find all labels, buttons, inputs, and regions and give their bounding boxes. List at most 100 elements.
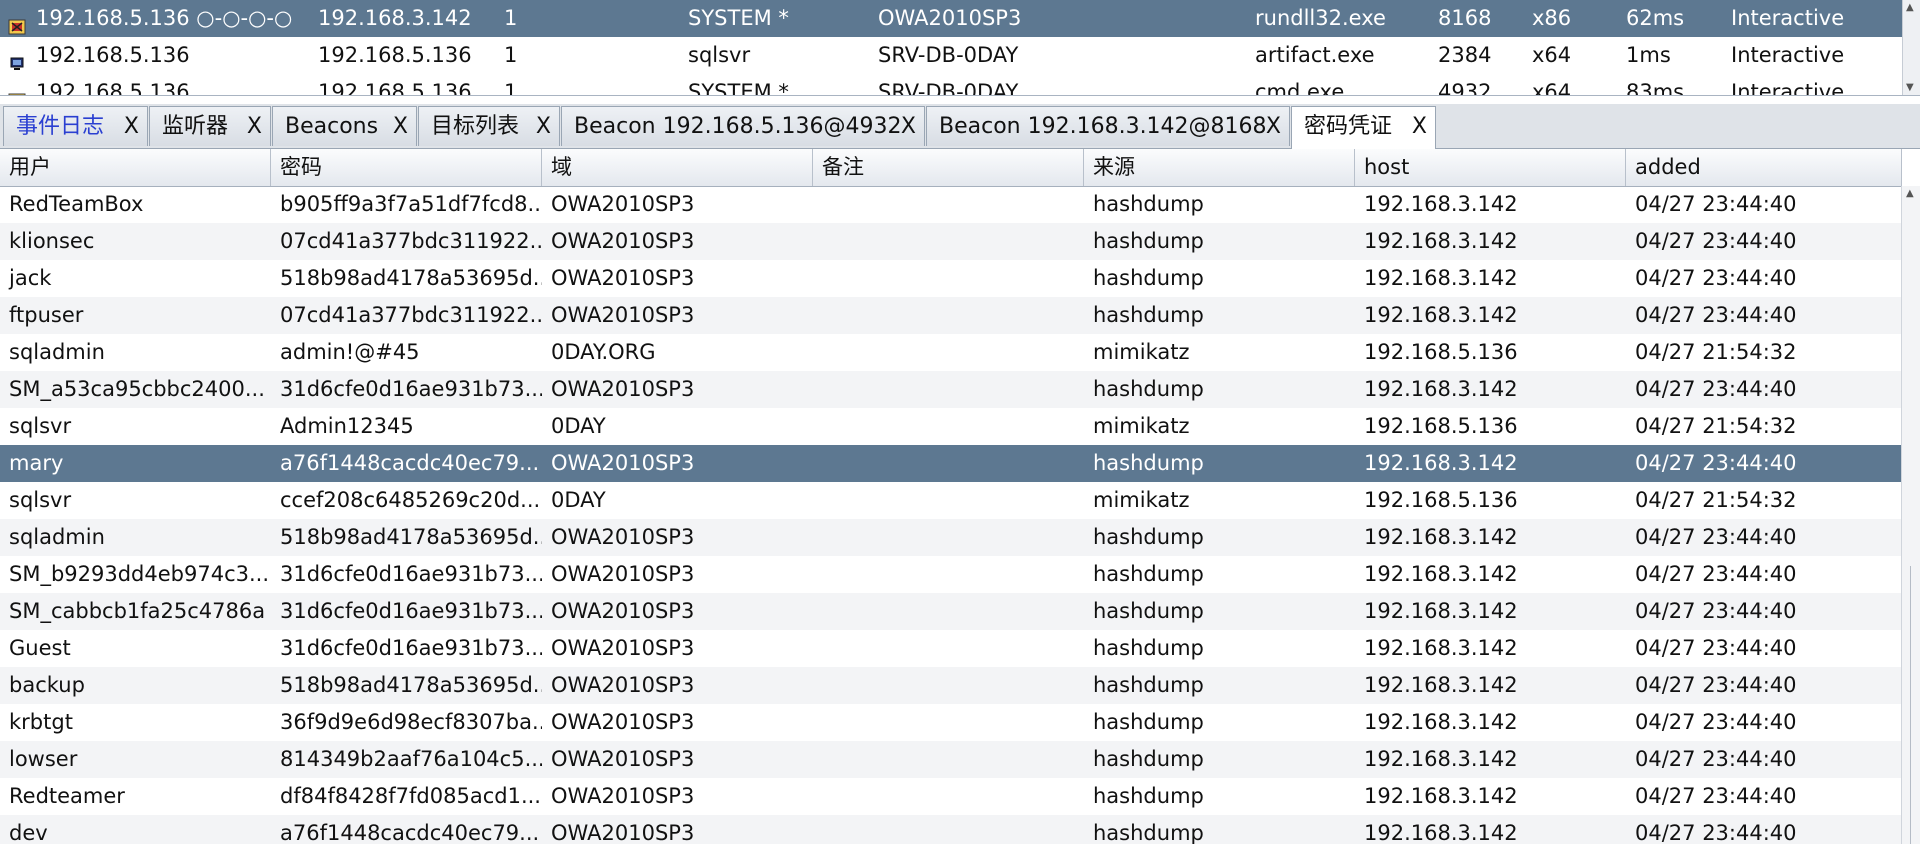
close-icon[interactable]: X [393,107,408,147]
cell-password: b905ff9a3f7a51df7fcd8... [280,192,542,216]
beacon-elevated-icon [8,84,26,95]
cell-added: 04/27 21:54:32 [1635,488,1797,512]
table-row[interactable]: Redteamer df84f8428f7fd085acd1... OWA2010S… [0,778,1902,815]
cell-host: 192.168.5.136 [1364,488,1518,512]
close-icon[interactable]: X [1412,107,1427,147]
scroll-down-icon[interactable]: ▼ [1906,82,1914,93]
scroll-up-icon[interactable]: ▲ [1906,2,1914,13]
cell-added: 04/27 23:44:40 [1635,229,1797,253]
column-header-host[interactable]: host [1355,149,1626,186]
cell-user: sqlsvr [9,414,72,438]
tab-6[interactable]: 密码凭证 X [1291,106,1436,149]
table-row[interactable]: jack 518b98ad4178a53695d... OWA2010SP3 hash… [0,260,1902,297]
cell-realm: OWA2010SP3 [551,377,695,401]
table-row[interactable]: dev a76f1448cacdc40ec79... OWA2010SP3 hashd… [0,815,1902,844]
beacon-row[interactable]: 192.168.5.136 192.168.5.136 1 SYSTEM * SRV-D… [0,74,1902,96]
cell-source: hashdump [1093,451,1204,475]
cell-realm: OWA2010SP3 [551,821,695,844]
tab-label: Beacon 192.168.5.136@4932 [574,114,902,139]
credentials-scrollbar[interactable]: ▲ [1901,186,1920,844]
beacon-arch: x64 [1532,43,1572,67]
cell-user: sqladmin [9,340,105,364]
table-header: 用户 密码域备注 来源 host added [0,149,1902,187]
beacon-user: SYSTEM * [688,80,789,96]
cell-realm: OWA2010SP3 [551,636,695,660]
column-header-password[interactable]: 密码 [271,149,542,186]
table-row[interactable]: lowser 814349b2aaf76a104c5... OWA2010SP3 ha… [0,741,1902,778]
cell-added: 04/27 23:44:40 [1635,451,1797,475]
cell-user: ftpuser [9,303,84,327]
cell-added: 04/27 23:44:40 [1635,599,1797,623]
cell-password: 31d6cfe0d16ae931b73... [280,599,542,623]
column-header-user[interactable]: 用户 [0,149,271,186]
cell-source: hashdump [1093,784,1204,808]
scroll-up-icon[interactable]: ▲ [1906,188,1914,199]
cell-source: hashdump [1093,562,1204,586]
column-header-added[interactable]: added [1626,149,1902,186]
table-row[interactable]: sqladmin 518b98ad4178a53695d... OWA2010SP3… [0,519,1902,556]
close-icon[interactable]: X [247,107,262,147]
table-row[interactable]: RedTeamBox b905ff9a3f7a51df7fcd8... OWA201… [0,186,1902,223]
tab-4[interactable]: Beacon 192.168.5.136@4932 X [561,106,925,146]
cell-added: 04/27 23:44:40 [1635,562,1797,586]
cell-realm: OWA2010SP3 [551,784,695,808]
cell-realm: OWA2010SP3 [551,303,695,327]
beacon-pid: 8168 [1438,6,1492,30]
table-row[interactable]: Guest 31d6cfe0d16ae931b73... OWA2010SP3 has… [0,630,1902,667]
beacon-computer: SRV-DB-0DAY [878,43,1019,67]
cell-realm: 0DAY [551,488,606,512]
table-row[interactable]: SM_a53ca95cbbc2400... 31d6cfe0d16ae931b73… [0,371,1902,408]
beacon-listener: 1 [504,43,518,67]
beacon-process: rundll32.exe [1255,6,1386,30]
close-icon[interactable]: X [536,107,551,147]
column-header-source[interactable]: 来源 [1084,149,1355,186]
cell-user: klionsec [9,229,95,253]
cell-added: 04/27 23:44:40 [1635,784,1797,808]
scroll-thumb[interactable] [1910,566,1911,844]
table-row[interactable]: ftpuser 07cd41a377bdc311922... OWA2010SP3 h… [0,297,1902,334]
table-row[interactable]: klionsec 07cd41a377bdc311922... OWA2010SP3… [0,223,1902,260]
beacon-pid: 2384 [1438,43,1492,67]
tab-5[interactable]: Beacon 192.168.3.142@8168 X [926,106,1290,146]
beacon-row[interactable]: 192.168.5.136 ○-○-○-○ 192.168.3.142 1 SYSTE… [0,0,1902,37]
beacon-status: Interactive [1731,80,1845,96]
cell-realm: 0DAY [551,414,606,438]
beacon-internal: 192.168.3.142 [318,6,472,30]
cell-realm: OWA2010SP3 [551,525,695,549]
tab-0[interactable]: 事件日志 X [3,106,148,146]
beacon-last: 1ms [1626,43,1671,67]
beacon-listener: 1 [504,80,518,96]
cell-password: a76f1448cacdc40ec79... [280,821,540,844]
cell-user: krbtgt [9,710,73,734]
cell-password: 07cd41a377bdc311922... [280,229,542,253]
cell-user: SM_cabbcb1fa25c4786a [9,599,266,623]
table-row[interactable]: SM_cabbcb1fa25c4786a 31d6cfe0d16ae931b73.… [0,593,1902,630]
tab-2[interactable]: Beacons X [272,106,417,146]
beacon-listener: 1 [504,6,518,30]
table-row[interactable]: sqlsvr Admin12345 0DAY mimikatz 192.168.5.13… [0,408,1902,445]
cell-source: hashdump [1093,266,1204,290]
close-icon[interactable]: X [901,107,916,147]
table-row[interactable]: backup 518b98ad4178a53695d... OWA2010SP3 ha… [0,667,1902,704]
cell-host: 192.168.3.142 [1364,784,1518,808]
cell-added: 04/27 23:44:40 [1635,377,1797,401]
close-icon[interactable]: X [124,107,139,147]
table-row[interactable]: sqladmin admin!@#45 0DAY.ORG mimikatz 192.16… [0,334,1902,371]
tab-1[interactable]: 监听器 X [149,106,271,146]
beacon-row[interactable]: 192.168.5.136 192.168.5.136 1 sqlsvr SRV-DB-… [0,37,1902,74]
beacon-last: 62ms [1626,6,1685,30]
cell-user: lowser [9,747,78,771]
cell-realm: OWA2010SP3 [551,229,695,253]
tab-3[interactable]: 目标列表 X [418,106,560,146]
cell-added: 04/27 23:44:40 [1635,636,1797,660]
table-row[interactable]: krbtgt 36f9d9e6d98ecf8307ba... OWA2010SP3 h… [0,704,1902,741]
tab-label: 密码凭证 [1304,114,1393,139]
table-row[interactable]: mary a76f1448cacdc40ec79... OWA2010SP3 hash… [0,445,1902,482]
table-row[interactable]: sqlsvr ccef208c6485269c20d... 0DAY mimikatz… [0,482,1902,519]
column-header-realm[interactable]: 域 [542,149,813,186]
table-row[interactable]: SM_b9293dd4eb974c3... 31d6cfe0d16ae931b73… [0,556,1902,593]
close-icon[interactable]: X [1266,107,1281,147]
column-header-note[interactable]: 备注 [813,149,1084,186]
beacon-scrollbar[interactable]: ▲ ▼ [1902,0,1920,95]
cell-source: hashdump [1093,599,1204,623]
